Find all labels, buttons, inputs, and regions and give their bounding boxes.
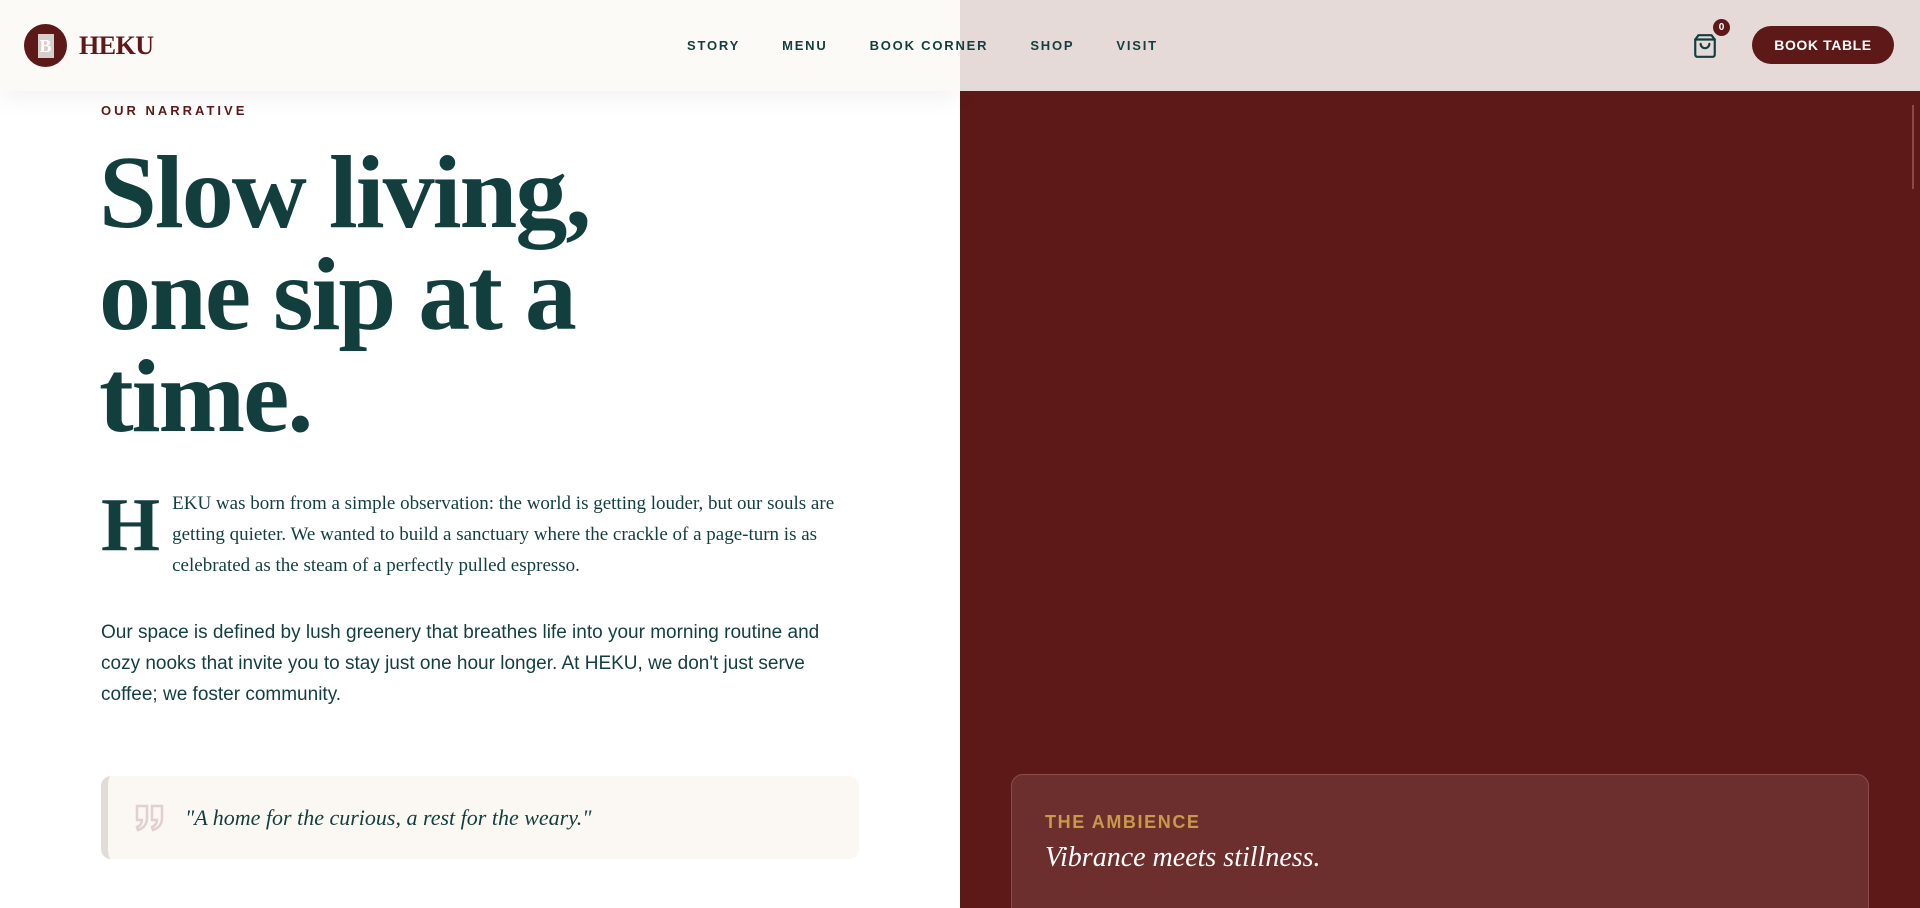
body-paragraph: Our space is defined by lush greenery th… (101, 622, 820, 705)
headline-line: one sip at a (99, 237, 577, 352)
pull-quote: "A home for the curious, a rest for the … (101, 776, 859, 859)
brand-mark-letter: B (37, 33, 54, 58)
shopping-bag-icon (1694, 34, 1716, 58)
quote-mark-icon (135, 804, 164, 832)
lead-paragraph: H EKU was born from a simple observation:… (101, 483, 861, 581)
ambience-panel (960, 0, 1920, 908)
lead-text: EKU was born from a simple observation: … (172, 493, 835, 576)
brand-name: HEKU (79, 30, 154, 60)
drop-cap: H (101, 483, 161, 567)
quote-text: "A home for the curious, a rest for the … (185, 804, 592, 830)
site-header: B HEKU STORY MENU BOOK CORNER SHOP VISIT… (0, 0, 1920, 91)
brand-mark-icon: B (24, 24, 67, 67)
nav-menu[interactable]: MENU (782, 38, 827, 53)
nav-visit[interactable]: VISIT (1116, 38, 1158, 53)
nav-shop[interactable]: SHOP (1030, 38, 1074, 53)
page-headline: Slow living, one sip at a time. (99, 141, 719, 449)
ambience-title: Vibrance meets stillness. (1045, 842, 1321, 873)
ambience-card: THE AMBIENCE Vibrance meets stillness. (1011, 774, 1869, 908)
scroll-indicator[interactable] (1912, 105, 1914, 189)
ambience-label: THE AMBIENCE (1045, 812, 1201, 832)
main-nav: STORY MENU BOOK CORNER SHOP VISIT (687, 38, 1200, 53)
headline-line: time. (99, 339, 313, 454)
nav-book-corner[interactable]: BOOK CORNER (870, 38, 989, 53)
nav-story[interactable]: STORY (687, 38, 740, 53)
section-eyebrow: OUR NARRATIVE (101, 103, 248, 118)
brand-logo[interactable]: B HEKU (24, 24, 154, 67)
headline-line: Slow living, (99, 135, 591, 250)
cart-count-badge: 0 (1713, 19, 1730, 36)
cart-button[interactable] (1692, 33, 1718, 59)
book-table-button[interactable]: BOOK TABLE (1752, 26, 1894, 64)
